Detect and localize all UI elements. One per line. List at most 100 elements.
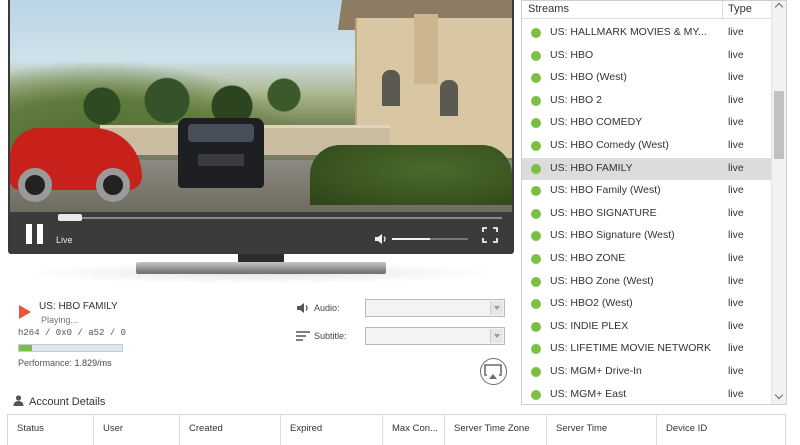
stream-type: live: [728, 71, 744, 84]
stream-row[interactable]: US: HBO Signature (West) live: [522, 225, 772, 248]
scene-chimney: [414, 14, 438, 84]
column-header-user[interactable]: User: [94, 415, 180, 445]
column-header-created[interactable]: Created: [180, 415, 281, 445]
status-dot-icon: [531, 186, 541, 197]
column-header-type[interactable]: Type: [728, 3, 752, 15]
video-player[interactable]: Live: [8, 0, 514, 254]
stream-type: live: [728, 93, 744, 106]
status-dot-icon: [531, 231, 541, 242]
account-details-title: Account Details: [29, 396, 106, 408]
stream-name: US: HBO Signature (West): [550, 229, 675, 242]
column-header-max-connections[interactable]: Max Con...: [383, 415, 445, 445]
status-dot-icon: [531, 50, 541, 61]
streams-header: Streams Type: [522, 1, 772, 19]
scene-hedge: [310, 145, 512, 205]
scene-window: [382, 70, 400, 106]
performance-readout: Performance: 1.829/ms: [18, 358, 112, 368]
scene-red-car: [10, 128, 142, 202]
streams-scrollbar[interactable]: [771, 1, 786, 404]
subtitle-label: Subtitle:: [314, 331, 347, 341]
tv-base: [136, 262, 386, 274]
column-divider: [722, 1, 723, 19]
airplay-button[interactable]: [480, 358, 507, 385]
streams-panel: Streams Type US: HALLMARK MOVIES & MY...…: [521, 0, 787, 405]
chevron-down-icon[interactable]: [490, 301, 503, 315]
status-dot-icon: [531, 366, 541, 377]
stream-row[interactable]: US: MGM+ Drive-In live: [522, 361, 772, 384]
stream-row[interactable]: US: HALLMARK MOVIES & MY... live: [522, 22, 772, 45]
volume-level: [392, 238, 430, 240]
stream-row[interactable]: US: HBO SIGNATURE live: [522, 203, 772, 226]
status-dot-icon: [531, 208, 541, 219]
codec-info: h264 / 0x0 / a52 / 0: [18, 328, 127, 338]
stream-row[interactable]: US: HBO Comedy (West) live: [522, 135, 772, 158]
car-wheel: [18, 168, 52, 202]
stream-name: US: HBO ZONE: [550, 251, 626, 264]
stream-name: US: HBO FAMILY: [550, 161, 633, 174]
live-label: Live: [56, 235, 73, 245]
performance-label: Performance:: [18, 358, 73, 368]
stream-type: live: [728, 297, 744, 310]
volume-icon[interactable]: [374, 233, 388, 245]
subtitle-select[interactable]: [365, 327, 505, 345]
stream-name: US: HBO Comedy (West): [550, 138, 669, 151]
stream-name: US: HBO Family (West): [550, 184, 661, 197]
stream-row[interactable]: US: HBO FAMILY live: [522, 157, 772, 181]
stream-name: US: MGM+ East: [550, 387, 627, 400]
scene-black-car: [178, 118, 264, 188]
stream-name: US: HBO Zone (West): [550, 274, 654, 287]
stream-row[interactable]: US: MGM+ East live: [522, 384, 772, 405]
status-dot-icon: [531, 344, 541, 355]
stream-name: US: MGM+ Drive-In: [550, 364, 642, 377]
stream-name: US: HBO COMEDY: [550, 116, 643, 129]
column-header-status[interactable]: Status: [8, 415, 94, 445]
video-frame[interactable]: [10, 0, 512, 212]
seek-handle[interactable]: [58, 214, 82, 221]
stream-name: US: HBO (West): [550, 71, 627, 84]
stream-type: live: [728, 342, 744, 355]
fullscreen-icon[interactable]: [482, 227, 498, 243]
stream-row[interactable]: US: HBO 2 live: [522, 90, 772, 113]
status-dot-icon: [531, 299, 541, 310]
stream-row[interactable]: US: HBO live: [522, 45, 772, 68]
stream-row[interactable]: US: HBO (West) live: [522, 67, 772, 90]
column-header-device-id[interactable]: Device ID: [657, 415, 767, 445]
pause-button[interactable]: [25, 224, 45, 244]
stream-row[interactable]: US: HBO2 (West) live: [522, 293, 772, 316]
stream-name: US: LIFETIME MOVIE NETWORK: [550, 342, 712, 355]
stream-row[interactable]: US: HBO ZONE live: [522, 248, 772, 271]
stream-row[interactable]: US: INDIE PLEX live: [522, 316, 772, 339]
stream-type: live: [728, 206, 744, 219]
stream-row[interactable]: US: HBO Zone (West) live: [522, 271, 772, 294]
column-header-expired[interactable]: Expired: [281, 415, 383, 445]
status-dot-icon: [531, 163, 541, 174]
column-header-server-time[interactable]: Server Time: [547, 415, 657, 445]
stream-name: US: HBO SIGNATURE: [550, 206, 657, 219]
status-dot-icon: [531, 118, 541, 129]
account-table-header: Status User Created Expired Max Con... S…: [7, 414, 786, 445]
status-dot-icon: [531, 140, 541, 151]
status-dot-icon: [531, 276, 541, 287]
chevron-down-icon[interactable]: [490, 329, 503, 343]
stream-row[interactable]: US: LIFETIME MOVIE NETWORK live: [522, 338, 772, 361]
stream-type: live: [728, 26, 744, 38]
stream-name: US: HBO: [550, 48, 594, 61]
scrollbar-thumb[interactable]: [774, 91, 784, 159]
speaker-icon: [297, 303, 308, 313]
audio-select[interactable]: [365, 299, 505, 317]
car-windshield: [188, 124, 254, 142]
column-header-server-time-zone[interactable]: Server Time Zone: [445, 415, 547, 445]
column-header-streams[interactable]: Streams: [528, 3, 569, 15]
scroll-down-icon[interactable]: [772, 390, 786, 404]
stream-type: live: [728, 251, 744, 264]
performance-bar-fill: [19, 345, 33, 351]
stream-row[interactable]: US: HBO COMEDY live: [522, 112, 772, 135]
stream-type: live: [728, 161, 744, 174]
stream-row[interactable]: US: HBO Family (West) live: [522, 180, 772, 203]
scroll-up-icon[interactable]: [772, 1, 786, 15]
status-dot-icon: [531, 73, 541, 84]
seek-bar[interactable]: [58, 217, 502, 219]
car-grill: [198, 154, 244, 166]
stream-type: live: [728, 116, 744, 129]
airplay-icon: [484, 364, 502, 379]
